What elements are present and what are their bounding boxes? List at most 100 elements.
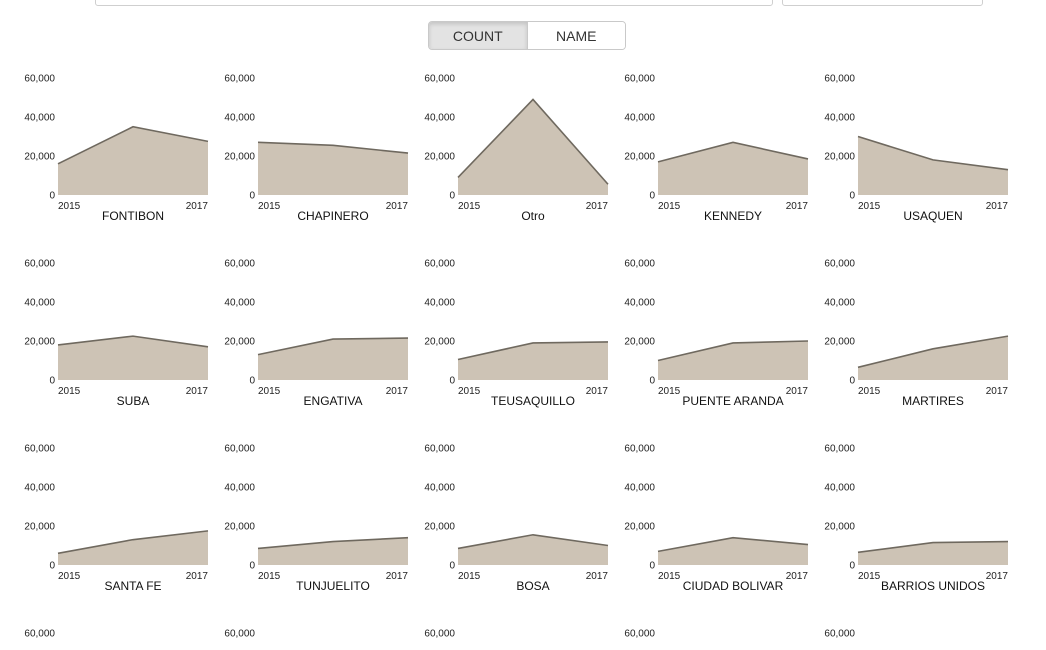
y-tick-label: 60,000 xyxy=(824,629,855,640)
mini-chart[interactable]: 60,000 xyxy=(824,629,855,640)
chart-title: MARTIRES xyxy=(902,394,964,408)
mini-chart[interactable]: 0 20,000 40,000 60,000 2015 2017 TEUSAQUILLO xyxy=(424,259,608,409)
y-tick-label: 60,000 xyxy=(424,259,455,270)
area-fill xyxy=(858,541,1008,565)
mini-chart[interactable]: 0 20,000 40,000 60,000 2015 2017 Otro xyxy=(424,74,609,224)
small-multiples-grid: 0 20,000 40,000 60,000 2015 2017 FONTIBON 0 20,0… xyxy=(0,0,1046,650)
area-fill xyxy=(858,336,1008,380)
chart-title: BARRIOS UNIDOS xyxy=(881,579,985,593)
y-tick-label: 0 xyxy=(449,561,455,572)
y-tick-label: 40,000 xyxy=(624,113,655,124)
chart-title: ENGATIVA xyxy=(304,394,363,408)
y-tick-label: 40,000 xyxy=(424,483,455,494)
y-tick-label: 20,000 xyxy=(24,337,55,348)
area-fill xyxy=(858,136,1008,195)
area-fill xyxy=(58,530,208,565)
y-tick-label: 40,000 xyxy=(624,483,655,494)
mini-chart[interactable]: 0 20,000 40,000 60,000 2015 2017CIUDAD BOLIVA… xyxy=(624,444,808,594)
y-tick-label: 20,000 xyxy=(24,152,55,163)
y-tick-label: 60,000 xyxy=(624,444,655,455)
y-tick-label: 40,000 xyxy=(624,298,655,309)
chart-title: Otro xyxy=(521,209,545,223)
y-tick-label: 0 xyxy=(649,561,655,572)
mini-chart[interactable]: 0 20,000 40,000 60,000 2015 2017 KENNEDY xyxy=(624,74,808,224)
y-tick-label: 60,000 xyxy=(624,629,655,640)
x-tick-label: 2017 xyxy=(786,386,809,397)
y-tick-label: 40,000 xyxy=(224,483,255,494)
y-tick-label: 20,000 xyxy=(424,152,455,163)
y-tick-label: 20,000 xyxy=(24,522,55,533)
mini-chart[interactable]: 0 20,000 40,000 60,000 2015 2017 TUNJUELITO xyxy=(224,444,408,594)
y-tick-label: 0 xyxy=(849,191,855,202)
mini-chart[interactable]: 60,000 xyxy=(424,629,455,640)
y-tick-label: 60,000 xyxy=(424,74,455,85)
y-tick-label: 0 xyxy=(849,376,855,387)
y-tick-label: 20,000 xyxy=(824,152,855,163)
mini-chart[interactable]: 0 20,000 40,000 60,000 2015 2017 ENGATIVA xyxy=(224,259,408,409)
x-tick-label: 2017 xyxy=(986,201,1009,212)
y-tick-label: 60,000 xyxy=(424,629,455,640)
x-tick-label: 2015 xyxy=(458,571,481,582)
y-tick-label: 40,000 xyxy=(24,113,55,124)
x-tick-label: 2015 xyxy=(858,386,881,397)
y-tick-label: 40,000 xyxy=(24,483,55,494)
mini-chart[interactable]: 0 20,000 40,000 60,000 2015 2017 MARTIRES xyxy=(824,259,1008,409)
chart-title: KENNEDY xyxy=(704,209,762,223)
chart-title: BOSA xyxy=(516,579,549,593)
mini-chart[interactable]: 60,000 xyxy=(224,629,255,640)
mini-chart[interactable]: 0 20,000 40,000 60,000 2015 2017 SUBA xyxy=(24,259,208,409)
y-tick-label: 40,000 xyxy=(824,298,855,309)
x-tick-label: 2015 xyxy=(858,571,881,582)
y-tick-label: 20,000 xyxy=(224,152,255,163)
chart-title: PUENTE ARANDA xyxy=(682,394,783,408)
x-tick-label: 2015 xyxy=(58,386,81,397)
mini-chart[interactable]: 0 20,000 40,000 60,000 2015 2017 BOSA xyxy=(424,444,608,594)
chart-title: TUNJUELITO xyxy=(296,579,370,593)
y-tick-label: 20,000 xyxy=(624,522,655,533)
mini-chart[interactable]: 0 20,000 40,000 60,000 2015 2017 SANTA FE xyxy=(24,444,208,594)
mini-chart[interactable]: 60,000 xyxy=(624,629,655,640)
x-tick-label: 2015 xyxy=(658,201,681,212)
x-tick-label: 2015 xyxy=(58,571,81,582)
y-tick-label: 60,000 xyxy=(824,444,855,455)
x-tick-label: 2017 xyxy=(586,201,609,212)
x-tick-label: 2015 xyxy=(658,386,681,397)
y-tick-label: 60,000 xyxy=(224,444,255,455)
x-tick-label: 2015 xyxy=(858,201,881,212)
chart-title: CIUDAD BOLIVAR xyxy=(683,579,784,593)
y-tick-label: 20,000 xyxy=(824,522,855,533)
y-tick-label: 40,000 xyxy=(424,113,455,124)
mini-chart[interactable]: 0 20,000 40,000 60,000 2015 2017BARRIOS UNIDO… xyxy=(824,444,1008,594)
area-fill xyxy=(458,534,608,565)
mini-chart[interactable]: 60,000 xyxy=(24,629,55,640)
mini-chart[interactable]: 0 20,000 40,000 60,000 2015 2017 USAQUEN xyxy=(824,74,1008,224)
y-tick-label: 0 xyxy=(649,376,655,387)
x-tick-label: 2015 xyxy=(258,386,281,397)
y-tick-label: 20,000 xyxy=(224,522,255,533)
y-tick-label: 0 xyxy=(649,191,655,202)
y-tick-label: 0 xyxy=(49,561,55,572)
charts-canvas: 0 20,000 40,000 60,000 2015 2017 FONTIBON 0 20,0… xyxy=(24,74,1008,640)
mini-chart[interactable]: 0 20,000 40,000 60,000 2015 2017 CHAPINERO xyxy=(224,74,408,224)
x-tick-label: 2015 xyxy=(58,201,81,212)
y-tick-label: 60,000 xyxy=(224,74,255,85)
x-tick-label: 2015 xyxy=(458,386,481,397)
chart-title: TEUSAQUILLO xyxy=(491,394,575,408)
y-tick-label: 20,000 xyxy=(624,152,655,163)
x-tick-label: 2017 xyxy=(986,571,1009,582)
y-tick-label: 20,000 xyxy=(424,522,455,533)
x-tick-label: 2017 xyxy=(386,386,409,397)
chart-title: CHAPINERO xyxy=(297,209,368,223)
chart-title: SANTA FE xyxy=(104,579,161,593)
mini-chart[interactable]: 0 20,000 40,000 60,000 2015 2017 FONTIBON xyxy=(24,74,208,224)
chart-title: SUBA xyxy=(117,394,150,408)
mini-chart[interactable]: 0 20,000 40,000 60,000 2015 2017PUENTE ARANDA xyxy=(624,259,808,409)
area-fill xyxy=(258,338,408,380)
y-tick-label: 60,000 xyxy=(824,259,855,270)
x-tick-label: 2015 xyxy=(258,201,281,212)
x-tick-label: 2017 xyxy=(586,571,609,582)
x-tick-label: 2017 xyxy=(186,201,209,212)
y-tick-label: 40,000 xyxy=(224,298,255,309)
area-fill xyxy=(458,99,608,195)
y-tick-label: 20,000 xyxy=(624,337,655,348)
